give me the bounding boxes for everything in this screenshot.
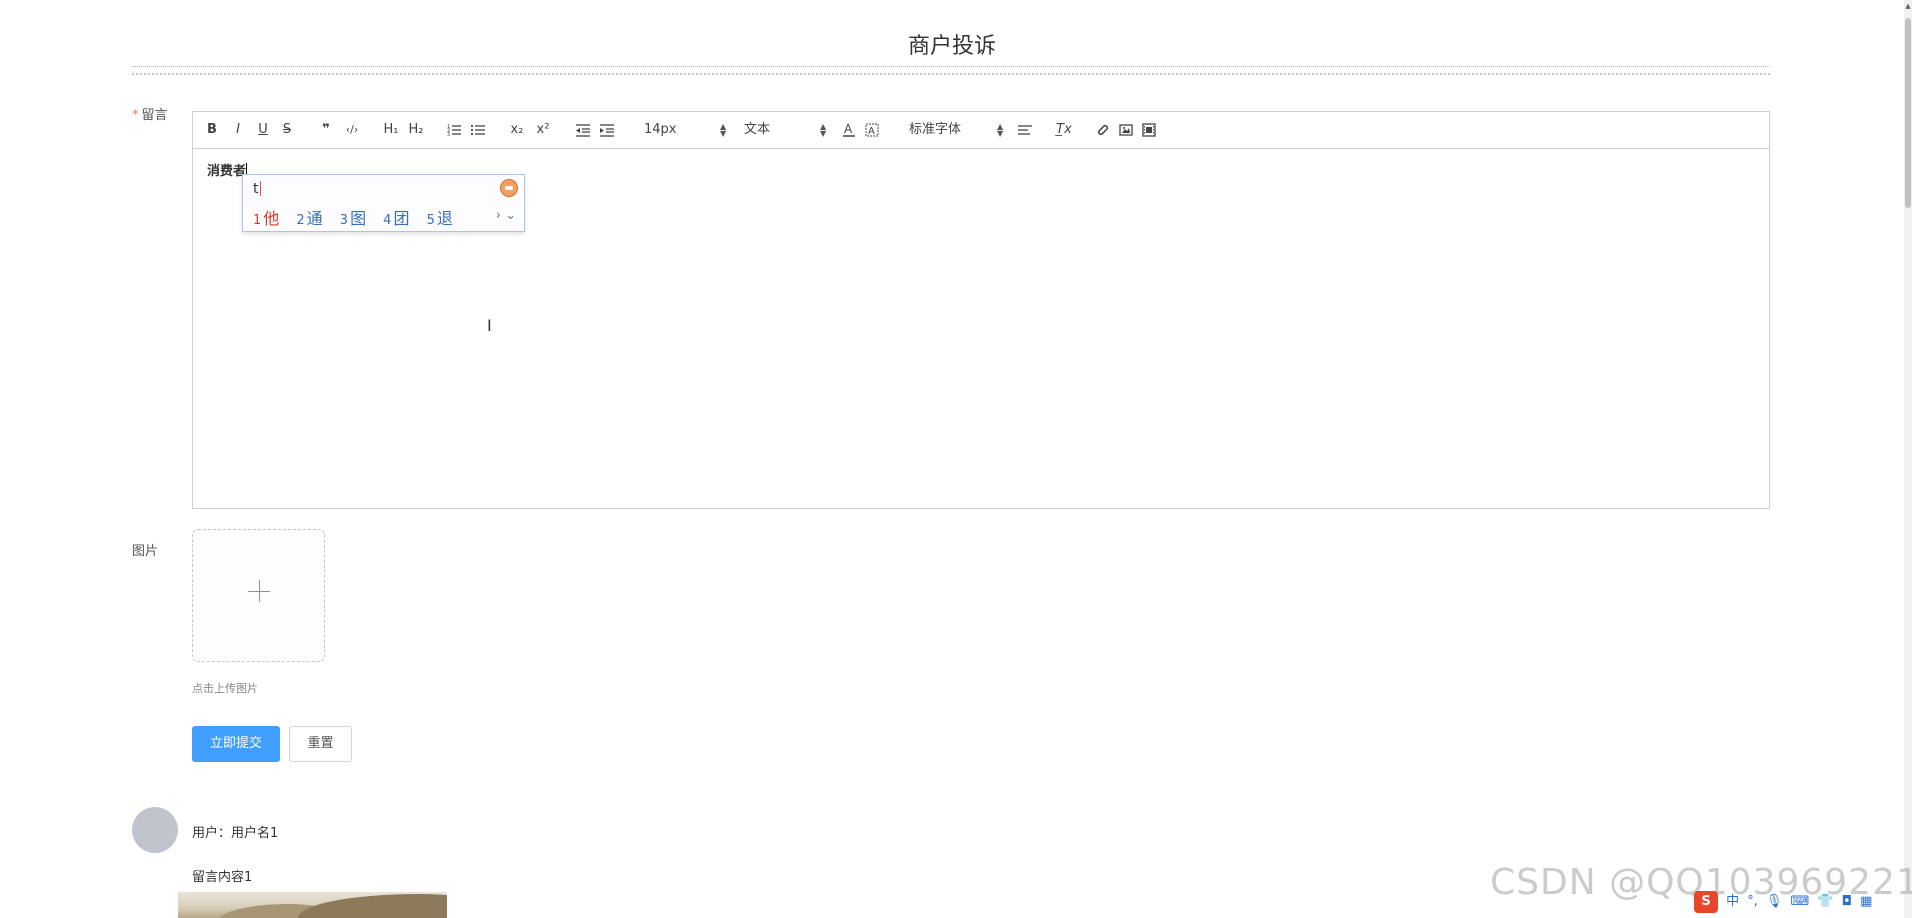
picker-arrows-icon: ▲ ▼ — [820, 122, 827, 138]
editor-content[interactable]: 消费者 — [207, 160, 248, 179]
editor-text: 消费者 — [207, 164, 247, 179]
picker-arrows-icon: ▲ ▼ — [997, 122, 1004, 138]
message-label: * 留言 — [132, 104, 168, 123]
grid-icon[interactable]: ▦ — [1860, 894, 1872, 909]
avatar — [132, 807, 178, 853]
subscript-button[interactable]: x₂ — [509, 121, 525, 139]
svg-text:3: 3 — [447, 132, 450, 138]
font-family-picker[interactable]: 标准字体 ▲ ▼ — [909, 121, 1005, 139]
background-color-icon[interactable]: A — [865, 121, 879, 139]
ime-caret — [259, 181, 261, 196]
bold-button[interactable]: B — [205, 121, 219, 139]
underline-button[interactable]: U — [256, 121, 270, 139]
ime-candidates: 1他 2通 3图 4团 5退 — [253, 205, 465, 229]
ime-candidate-text: 退 — [436, 209, 453, 228]
italic-button[interactable]: I — [231, 121, 245, 139]
align-left-icon[interactable] — [1017, 121, 1033, 139]
ime-logo-icon[interactable] — [500, 179, 518, 197]
ime-candidate[interactable]: 3图 — [340, 205, 366, 229]
skin-icon[interactable]: 👕 — [1817, 894, 1833, 909]
ime-nav: › ⌄ — [496, 208, 516, 223]
ime-candidate-text: 图 — [350, 209, 367, 228]
header-value: 文本 — [744, 122, 771, 137]
header1-button[interactable]: H₁ — [382, 121, 400, 139]
ime-candidate-number: 3 — [339, 213, 349, 228]
upload-hint: 点击上传图片 — [192, 682, 258, 695]
superscript-button[interactable]: x² — [535, 121, 551, 139]
title-divider-dotted — [132, 73, 1770, 75]
ime-candidate[interactable]: 5退 — [427, 205, 453, 229]
image-icon[interactable] — [1118, 121, 1134, 139]
indent-icon[interactable] — [599, 121, 615, 139]
rich-text-editor[interactable]: B I U S ❞ ‹/› H₁ H₂ 123 x₂ x² 14px ▲ ▼ 文… — [192, 111, 1770, 509]
reset-button[interactable]: 重置 — [289, 726, 352, 762]
ime-candidate-number: 2 — [296, 213, 305, 228]
bullet-list-icon[interactable] — [470, 121, 486, 139]
font-family-value: 标准字体 — [909, 122, 962, 137]
comment-content: 留言内容1 — [192, 870, 253, 885]
ime-candidate[interactable]: 1他 — [253, 205, 279, 229]
ime-composition: t — [253, 181, 261, 197]
page-title: 商户投诉 — [907, 34, 996, 59]
punctuation-icon[interactable]: °, — [1747, 894, 1758, 909]
font-size-picker[interactable]: 14px ▲ ▼ — [644, 121, 728, 139]
ime-candidate-text: 通 — [306, 209, 323, 228]
scrollbar-thumb[interactable] — [1905, 18, 1911, 208]
font-size-value: 14px — [644, 122, 677, 137]
ime-candidate-number: 4 — [383, 213, 392, 228]
ime-candidate-text: 他 — [263, 209, 280, 228]
comment-photo[interactable] — [178, 892, 447, 918]
picker-arrows-icon: ▲ ▼ — [720, 122, 727, 138]
ime-expand-icon[interactable]: ⌄ — [505, 208, 516, 223]
video-icon[interactable] — [1141, 121, 1157, 139]
strike-button[interactable]: S — [280, 121, 294, 139]
message-label-text: 留言 — [141, 108, 168, 123]
ime-next-icon[interactable]: › — [496, 208, 501, 223]
sogou-logo-icon[interactable]: S — [1694, 891, 1718, 913]
svg-text:A: A — [868, 126, 875, 137]
ime-candidate-number: 5 — [426, 213, 435, 228]
image-label: 图片 — [132, 544, 159, 559]
ibeam-cursor-icon: I — [487, 316, 492, 335]
code-block-button[interactable]: ‹/› — [343, 121, 361, 139]
font-color-icon[interactable]: A — [842, 121, 856, 139]
header-picker[interactable]: 文本 ▲ ▼ — [744, 121, 828, 139]
ordered-list-icon[interactable]: 123 — [446, 121, 462, 139]
ime-language[interactable]: 中 — [1726, 890, 1739, 909]
header2-button[interactable]: H₂ — [407, 121, 425, 139]
svg-text:A: A — [844, 122, 853, 136]
comment-user: 用户：用户名1 — [192, 826, 279, 841]
ime-candidate[interactable]: 2通 — [296, 205, 322, 229]
link-icon[interactable] — [1095, 121, 1111, 139]
outdent-icon[interactable] — [575, 121, 591, 139]
clean-format-button[interactable]: T̲x — [1056, 121, 1072, 139]
submit-button[interactable]: 立即提交 — [192, 726, 280, 762]
ime-composition-text: t — [253, 181, 259, 197]
page: 商户投诉 *留言 B I U S ❞ ‹/› H₁ H₂ 123 x₂ x² — [0, 0, 1912, 918]
toolbox-icon[interactable]: ◘ — [1842, 894, 1852, 909]
ime-candidate-text: 团 — [393, 209, 410, 228]
scroll-up-icon[interactable]: ▲ — [1904, 0, 1912, 12]
ime-tray: S 中 °, 🎙 ⌨ 👕 ◘ ▦ — [1694, 890, 1875, 914]
editor-toolbar: B I U S ❞ ‹/› H₁ H₂ 123 x₂ x² 14px ▲ ▼ 文… — [193, 112, 1769, 149]
photo-mountain — [298, 894, 447, 918]
required-mark: * — [132, 108, 139, 123]
ime-candidate[interactable]: 4团 — [383, 205, 409, 229]
plus-icon-vertical — [259, 580, 260, 602]
ime-candidate-number: 1 — [253, 213, 262, 228]
keyboard-icon[interactable]: ⌨ — [1791, 894, 1810, 909]
image-upload[interactable] — [192, 529, 325, 662]
ime-candidate-popup[interactable]: t 1他 2通 3图 4团 5退 › ⌄ — [242, 174, 525, 232]
blockquote-button[interactable]: ❞ — [319, 121, 333, 139]
microphone-icon[interactable]: 🎙 — [1766, 894, 1783, 909]
title-divider — [132, 66, 1770, 67]
